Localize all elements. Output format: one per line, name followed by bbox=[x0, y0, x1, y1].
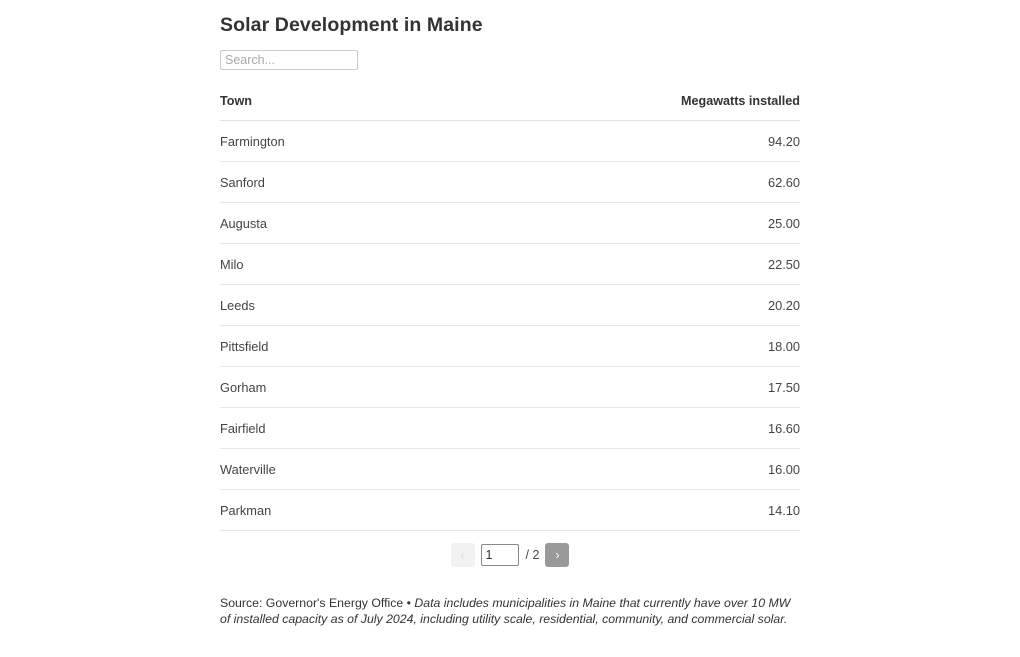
cell-town: Fairfield bbox=[220, 407, 510, 449]
source-label: Source: Governor's Energy Office • bbox=[220, 596, 415, 610]
cell-megawatts: 20.20 bbox=[510, 284, 800, 326]
table-header-row: Town Megawatts installed bbox=[220, 94, 800, 121]
table-row: Gorham 17.50 bbox=[220, 366, 800, 408]
table-row: Farmington 94.20 bbox=[220, 120, 800, 162]
page-number-input[interactable] bbox=[480, 544, 519, 566]
table-row: Parkman 14.10 bbox=[220, 489, 800, 531]
cell-megawatts: 62.60 bbox=[510, 161, 800, 203]
cell-town: Augusta bbox=[220, 202, 510, 244]
cell-town: Waterville bbox=[220, 448, 510, 490]
cell-megawatts: 18.00 bbox=[510, 325, 800, 367]
table-row: Fairfield 16.60 bbox=[220, 407, 800, 449]
table-body: Farmington 94.20 Sanford 62.60 Augusta 2… bbox=[220, 120, 800, 531]
footer-source-note: Source: Governor's Energy Office • Data … bbox=[220, 595, 796, 627]
cell-megawatts: 16.60 bbox=[510, 407, 800, 449]
column-header-town[interactable]: Town bbox=[220, 94, 510, 121]
cell-megawatts: 16.00 bbox=[510, 448, 800, 490]
cell-town: Milo bbox=[220, 243, 510, 285]
table-head: Town Megawatts installed bbox=[220, 94, 800, 121]
cell-town: Gorham bbox=[220, 366, 510, 408]
search-container bbox=[220, 50, 800, 70]
chevron-left-icon[interactable]: ‹ bbox=[450, 543, 475, 567]
page-title: Solar Development in Maine bbox=[220, 14, 483, 36]
table-row: Sanford 62.60 bbox=[220, 161, 800, 203]
solar-data-table: Town Megawatts installed Farmington 94.2… bbox=[220, 94, 800, 531]
table-row: Augusta 25.00 bbox=[220, 202, 800, 244]
cell-megawatts: 17.50 bbox=[510, 366, 800, 408]
cell-megawatts: 22.50 bbox=[510, 243, 800, 285]
column-header-megawatts[interactable]: Megawatts installed bbox=[510, 94, 800, 121]
table-row: Pittsfield 18.00 bbox=[220, 325, 800, 367]
cell-town: Leeds bbox=[220, 284, 510, 326]
table-row: Milo 22.50 bbox=[220, 243, 800, 285]
cell-megawatts: 94.20 bbox=[510, 120, 800, 162]
cell-megawatts: 25.00 bbox=[510, 202, 800, 244]
table-row: Leeds 20.20 bbox=[220, 284, 800, 326]
cell-megawatts: 14.10 bbox=[510, 489, 800, 531]
search-input[interactable] bbox=[220, 50, 358, 70]
content-container: Solar Development in Maine Town Megawatt… bbox=[220, 0, 800, 627]
table-row: Waterville 16.00 bbox=[220, 448, 800, 490]
cell-town: Parkman bbox=[220, 489, 510, 531]
cell-town: Farmington bbox=[220, 120, 510, 162]
cell-town: Sanford bbox=[220, 161, 510, 203]
chevron-right-icon[interactable]: › bbox=[545, 543, 570, 567]
page-root: Solar Development in Maine Town Megawatt… bbox=[0, 0, 1020, 657]
pagination-controls: ‹ / 2 › bbox=[220, 543, 800, 567]
cell-town: Pittsfield bbox=[220, 325, 510, 367]
total-pages-label: / 2 bbox=[525, 548, 540, 562]
